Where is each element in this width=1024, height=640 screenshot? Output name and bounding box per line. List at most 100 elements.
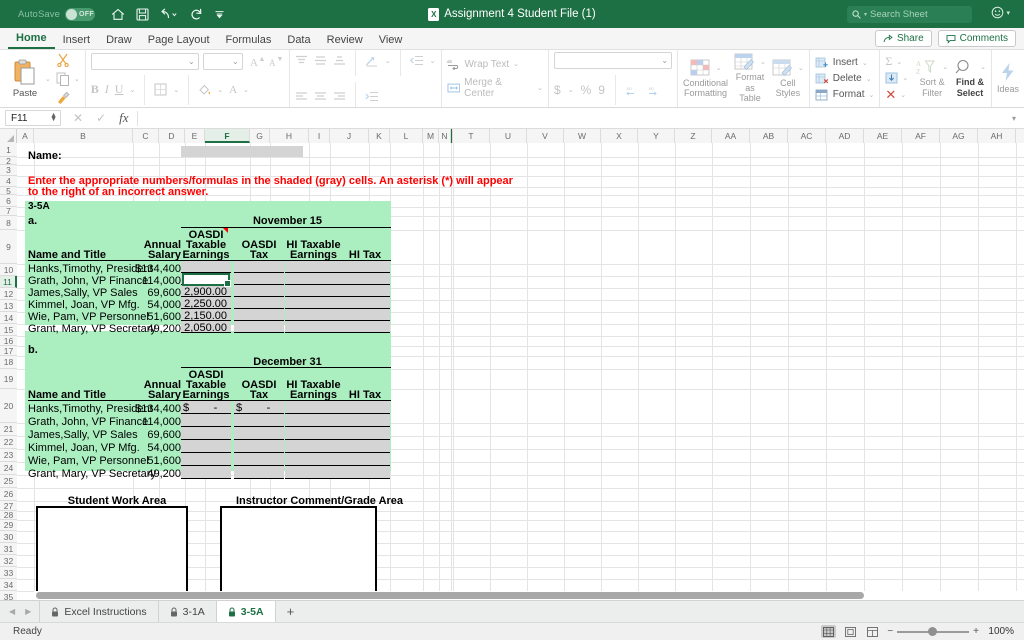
- format-caret-icon[interactable]: ⌄: [868, 91, 874, 99]
- row-header-34[interactable]: 34: [0, 579, 17, 591]
- column-header-W[interactable]: W: [564, 129, 601, 143]
- decrease-decimal-icon[interactable]: .00: [648, 85, 663, 96]
- column-header-N[interactable]: N: [439, 129, 451, 143]
- column-header-AH[interactable]: AH: [978, 129, 1016, 143]
- ribbon-tab-view[interactable]: View: [371, 32, 411, 49]
- fill-down-icon[interactable]: [885, 72, 898, 84]
- cell-comment-indicator-icon[interactable]: [223, 228, 228, 233]
- input-cell-b-r3-c4[interactable]: [340, 427, 390, 439]
- align-center-icon[interactable]: [314, 91, 327, 102]
- autosave-toggle[interactable]: AutoSave OFF: [18, 7, 95, 21]
- input-cell-a-r6-c4[interactable]: [340, 321, 390, 332]
- wrap-text-caret-icon[interactable]: ⌄: [513, 60, 519, 68]
- autosum-icon[interactable]: Σ: [885, 54, 892, 69]
- input-cell-b-r4-c4[interactable]: [340, 440, 390, 452]
- row-header-35[interactable]: 35: [0, 591, 17, 600]
- paste-caret-icon[interactable]: ⌄: [45, 75, 51, 83]
- fill-color-caret-icon[interactable]: ⌄: [217, 86, 223, 94]
- row-header-3[interactable]: 3: [0, 165, 17, 176]
- delete-caret-icon[interactable]: ⌄: [866, 75, 872, 83]
- add-sheet-button[interactable]: +: [276, 601, 306, 622]
- row-header-30[interactable]: 30: [0, 531, 17, 543]
- home-icon[interactable]: [111, 8, 125, 21]
- ribbon-tab-formulas[interactable]: Formulas: [218, 32, 280, 49]
- row-header-15[interactable]: 15: [0, 324, 17, 336]
- row-header-5[interactable]: 5: [0, 187, 17, 195]
- input-cell-b-r5-c4[interactable]: [340, 453, 390, 465]
- row-header-22[interactable]: 22: [0, 436, 17, 449]
- merge-center-button[interactable]: Merge & Center ⌄: [446, 77, 543, 99]
- sheet-tab-excel-instructions[interactable]: Excel Instructions: [39, 601, 159, 622]
- autosave-switch[interactable]: OFF: [65, 7, 95, 21]
- input-cell-a-r3-c3[interactable]: [285, 285, 342, 296]
- column-header-K[interactable]: K: [369, 129, 390, 143]
- input-cell-b-r3-c1[interactable]: [181, 427, 231, 439]
- row-header-16[interactable]: 16: [0, 336, 17, 346]
- column-header-E[interactable]: E: [185, 129, 205, 143]
- increase-indent-icon[interactable]: [365, 91, 379, 102]
- row-header-2[interactable]: 2: [0, 157, 17, 165]
- input-cell-a-r5-c2[interactable]: [234, 309, 284, 320]
- align-middle-icon[interactable]: [314, 55, 327, 66]
- input-cell-a-r6-c3[interactable]: [285, 321, 342, 332]
- next-sheet-icon[interactable]: ▶: [25, 607, 31, 616]
- row-header-26[interactable]: 26: [0, 488, 17, 501]
- italic-icon[interactable]: I: [105, 82, 109, 97]
- input-cell-a-r1-c4[interactable]: [340, 261, 390, 272]
- decrease-indent-icon[interactable]: [409, 55, 424, 66]
- copy-caret-icon[interactable]: ⌄: [74, 75, 80, 83]
- bold-icon[interactable]: B: [91, 82, 99, 97]
- column-header-D[interactable]: D: [159, 129, 185, 143]
- input-cell-b-r5-c1[interactable]: [181, 453, 231, 465]
- font-color-caret-icon[interactable]: ⌄: [243, 86, 249, 94]
- delete-cells-button[interactable]: Delete ⌄: [815, 73, 875, 85]
- zoom-out-button[interactable]: −: [887, 626, 893, 637]
- cancel-icon[interactable]: ✕: [73, 111, 83, 125]
- insert-cells-button[interactable]: Insert ⌄: [815, 57, 875, 69]
- column-header-C[interactable]: C: [133, 129, 159, 143]
- copy-icon[interactable]: [56, 72, 70, 86]
- align-bottom-icon[interactable]: [333, 55, 346, 66]
- align-left-icon[interactable]: [295, 91, 308, 102]
- row-header-14[interactable]: 14: [0, 312, 17, 324]
- accounting-format-icon[interactable]: $: [554, 83, 561, 97]
- previous-sheet-icon[interactable]: ◀: [9, 607, 15, 616]
- orientation-icon[interactable]: [365, 55, 379, 67]
- row-header-25[interactable]: 25: [0, 475, 17, 488]
- row-header-27[interactable]: 27: [0, 501, 17, 511]
- font-color-icon[interactable]: A: [229, 84, 237, 96]
- input-cell-a-r2-c3[interactable]: [285, 273, 342, 284]
- decrease-font-size-icon[interactable]: A ▼: [269, 55, 284, 68]
- column-header-G[interactable]: G: [250, 129, 270, 143]
- ribbon-tab-review[interactable]: Review: [319, 32, 371, 49]
- column-header-L[interactable]: L: [390, 129, 423, 143]
- input-cell-a-r5-c3[interactable]: [285, 309, 342, 320]
- customize-qat-icon[interactable]: [214, 9, 225, 20]
- clear-icon[interactable]: ✕: [885, 87, 896, 103]
- align-right-icon[interactable]: [333, 91, 346, 102]
- column-header-A[interactable]: A: [17, 129, 34, 143]
- column-header-AA[interactable]: AA: [712, 129, 750, 143]
- fill-color-icon[interactable]: [198, 83, 211, 96]
- input-cell-b-r5-c2[interactable]: [234, 453, 284, 465]
- column-header-Z[interactable]: Z: [675, 129, 712, 143]
- input-cell-a-r2-c4[interactable]: [340, 273, 390, 284]
- cell-name-input[interactable]: [181, 146, 303, 157]
- input-cell-b-r3-c2[interactable]: [234, 427, 284, 439]
- input-cell-b-r5-c3[interactable]: [285, 453, 342, 465]
- search-sheet-input[interactable]: ▾ Search Sheet: [847, 6, 972, 23]
- row-header-31[interactable]: 31: [0, 543, 17, 555]
- column-header-I[interactable]: I: [309, 129, 330, 143]
- horizontal-scroll-thumb[interactable]: [36, 592, 864, 599]
- zoom-track[interactable]: [897, 626, 970, 636]
- input-cell-b-r6-c3[interactable]: [285, 466, 342, 478]
- wrap-text-button[interactable]: ab Wrap Text ⌄: [447, 58, 544, 70]
- row-header-7[interactable]: 7: [0, 207, 17, 216]
- percent-format-icon[interactable]: %: [581, 83, 592, 97]
- input-cell-b-r2-c1[interactable]: [181, 414, 231, 426]
- input-cell-a-r6-c2[interactable]: [234, 321, 284, 332]
- student-work-area-box[interactable]: [36, 506, 188, 600]
- ribbon-tab-data[interactable]: Data: [279, 32, 318, 49]
- font-size-select[interactable]: ⌄: [202, 52, 243, 70]
- input-cell-b-r3-c3[interactable]: [285, 427, 342, 439]
